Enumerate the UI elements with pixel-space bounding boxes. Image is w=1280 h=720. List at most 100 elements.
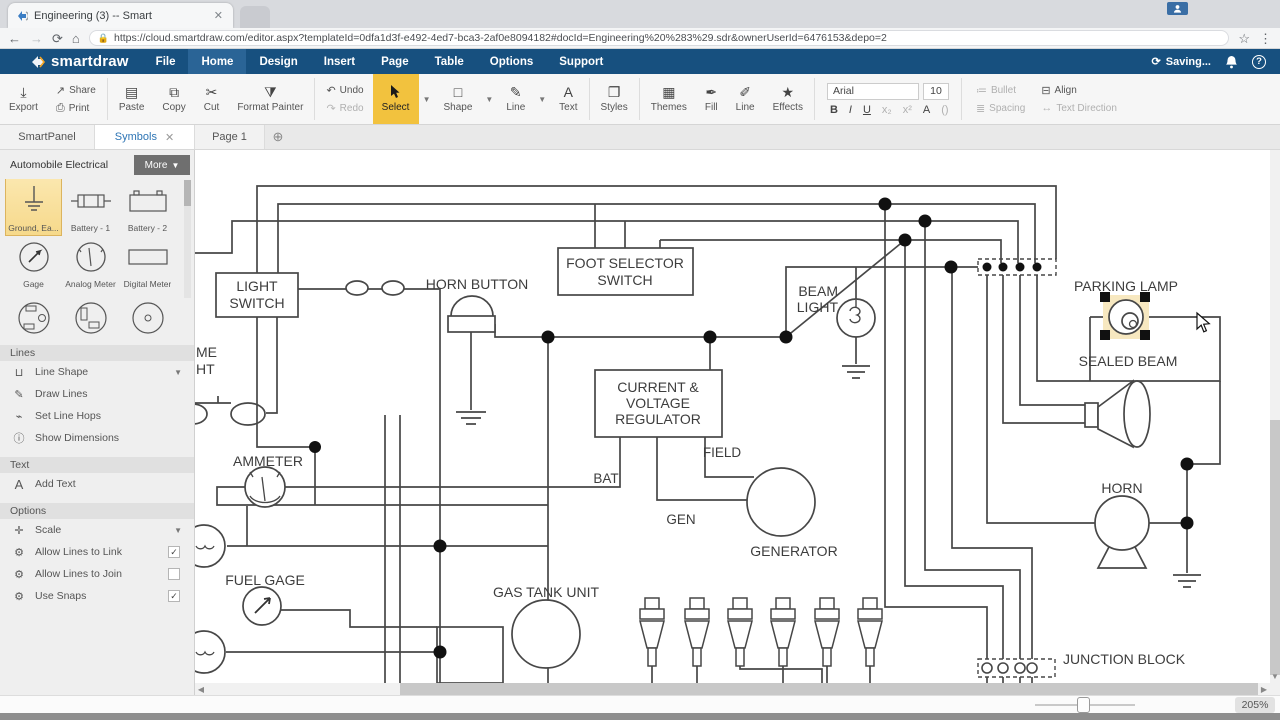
paste-button[interactable]: ▤ Paste xyxy=(110,74,154,124)
menu-table[interactable]: Table xyxy=(422,49,477,74)
font-family-input[interactable]: Arial xyxy=(827,83,919,100)
scale-item[interactable]: ✛ Scale ▼ xyxy=(0,519,194,541)
fill-button[interactable]: ✒ Fill xyxy=(696,74,727,124)
diagram-horn-button[interactable]: HORN BUTTON xyxy=(426,276,528,332)
font-size-input[interactable]: 10 xyxy=(923,83,949,100)
italic-button[interactable]: I xyxy=(849,104,852,116)
diagram-horn[interactable]: HORN xyxy=(1095,480,1149,568)
format-painter-button[interactable]: ⧩ Format Painter xyxy=(228,74,312,124)
label-bat[interactable]: BAT xyxy=(593,471,618,486)
draw-lines-item[interactable]: ✎ Draw Lines xyxy=(0,383,194,405)
new-tab-button[interactable] xyxy=(240,6,270,28)
select-tool-button[interactable]: Select xyxy=(373,74,419,124)
tab-close-icon[interactable]: ✕ xyxy=(212,9,225,22)
hscroll-thumb[interactable] xyxy=(400,683,1258,695)
horizontal-scrollbar[interactable]: ◀ ▶ xyxy=(195,683,1270,695)
diagram-fuel-gage[interactable]: FUEL GAGE xyxy=(225,572,305,625)
line-tool-button[interactable]: ✎ Line xyxy=(497,74,534,124)
allow-lines-join-checkbox[interactable]: ✓ xyxy=(168,568,180,580)
diagram-sealed-beam[interactable]: SEALED BEAM xyxy=(1079,353,1178,447)
themes-button[interactable]: ▦ Themes xyxy=(642,74,696,124)
forward-icon[interactable]: → xyxy=(30,32,43,45)
diagram-junction-block[interactable]: JUNCTION BLOCK xyxy=(978,651,1186,677)
connector-block-top[interactable] xyxy=(978,259,1056,275)
show-dimensions-item[interactable]: ⓘ Show Dimensions xyxy=(0,427,194,449)
menu-options[interactable]: Options xyxy=(477,49,546,74)
symbol-battery-2[interactable]: Battery - 2 xyxy=(120,179,175,235)
symbol-coil[interactable] xyxy=(120,291,175,337)
font-color-button[interactable]: A xyxy=(923,104,930,116)
share-button[interactable]: ↗ Share xyxy=(56,84,96,97)
diagram-foot-selector-switch[interactable]: FOOT SELECTOR SWITCH xyxy=(558,248,693,295)
export-button[interactable]: ⤓ Export xyxy=(0,74,47,124)
diagram-spark-plugs[interactable] xyxy=(640,598,882,666)
diagram-gas-tank-unit[interactable]: GAS TANK UNIT xyxy=(493,584,600,668)
menu-insert[interactable]: Insert xyxy=(311,49,368,74)
styles-button[interactable]: ❐ Styles xyxy=(592,74,637,124)
zoom-slider-handle[interactable] xyxy=(1077,697,1090,713)
align-button[interactable]: ⊟ Align xyxy=(1041,84,1117,97)
effects-button[interactable]: ★ Effects xyxy=(764,74,812,124)
tab-symbols[interactable]: Symbols ✕ xyxy=(95,125,195,149)
spacing-button[interactable]: ≣ Spacing xyxy=(976,102,1025,115)
bullet-button[interactable]: ≔ Bullet xyxy=(976,84,1025,97)
text-tool-button[interactable]: A Text xyxy=(550,74,586,124)
cut-button[interactable]: ✂ Cut xyxy=(195,74,229,124)
select-dropdown-icon[interactable]: ▼ xyxy=(419,95,435,104)
profile-icon[interactable] xyxy=(1167,2,1188,15)
symbol-ground[interactable]: Ground, Ea... xyxy=(6,179,61,235)
clear-format-button[interactable]: () xyxy=(941,104,948,116)
symbol-analog-meter[interactable]: Analog Meter xyxy=(63,235,118,291)
allow-lines-link-item[interactable]: ⚙ Allow Lines to Link ✓ xyxy=(0,541,194,563)
diagram-regulator[interactable]: CURRENT & VOLTAGE REGULATOR xyxy=(595,370,722,437)
tab-page1[interactable]: Page 1 xyxy=(195,125,265,149)
undo-button[interactable]: ↶ Undo xyxy=(326,84,363,97)
diagram-beam-light[interactable]: BEAM LIGHT xyxy=(797,283,875,337)
subscript-button[interactable]: x₂ xyxy=(882,104,892,116)
bold-button[interactable]: B xyxy=(830,104,838,116)
vscroll-thumb[interactable] xyxy=(1270,420,1280,675)
symbol-digital-meter[interactable]: Digital Meter xyxy=(120,235,175,291)
drawing-canvas[interactable]: LIGHT SWITCH FOOT SELECTOR SWITCH CURREN… xyxy=(195,150,1270,683)
allow-lines-join-item[interactable]: ⚙ Allow Lines to Join ✓ xyxy=(0,563,194,585)
diagram-dome-lamps[interactable] xyxy=(195,525,225,673)
symbol-battery-1[interactable]: Battery - 1 xyxy=(63,179,118,235)
menu-home[interactable]: Home xyxy=(188,49,246,74)
address-input[interactable]: 🔒 https://cloud.smartdraw.com/editor.asp… xyxy=(89,30,1230,46)
shape-dropdown-icon[interactable]: ▼ xyxy=(481,95,497,104)
shape-tool-button[interactable]: □ Shape xyxy=(435,74,482,124)
line-shape-item[interactable]: ⊔ Line Shape ▼ xyxy=(0,361,194,383)
superscript-button[interactable]: x² xyxy=(903,104,912,116)
symbol-distributor-2[interactable] xyxy=(63,291,118,337)
browser-tab[interactable]: Engineering (3) -- Smart ✕ xyxy=(8,3,233,28)
menu-page[interactable]: Page xyxy=(368,49,422,74)
label-gen[interactable]: GEN xyxy=(666,512,695,527)
print-button[interactable]: ⎙ Print xyxy=(56,102,96,115)
notification-bell-icon[interactable] xyxy=(1225,55,1238,69)
home-icon[interactable]: ⌂ xyxy=(72,32,80,45)
diagram-ammeter[interactable]: AMMETER xyxy=(233,453,303,507)
add-page-icon[interactable]: ⊕ xyxy=(265,125,291,149)
redo-button[interactable]: ↷ Redo xyxy=(326,102,363,115)
use-snaps-item[interactable]: ⚙ Use Snaps ✓ xyxy=(0,585,194,607)
bookmark-star-icon[interactable]: ☆ xyxy=(1238,32,1250,45)
refresh-icon[interactable]: ⟳ xyxy=(52,32,63,45)
menu-file[interactable]: File xyxy=(143,49,189,74)
text-direction-button[interactable]: ↔ Text Direction xyxy=(1041,102,1117,114)
browser-menu-icon[interactable]: ⋮ xyxy=(1259,32,1272,45)
more-symbols-button[interactable]: More▼ xyxy=(134,155,190,175)
symbol-gage[interactable]: Gage xyxy=(6,235,61,291)
diagram-light-switch[interactable]: LIGHT SWITCH xyxy=(216,273,298,317)
allow-lines-link-checkbox[interactable]: ✓ xyxy=(168,546,180,558)
help-icon[interactable]: ? xyxy=(1252,55,1266,69)
vertical-scrollbar[interactable]: ▼ xyxy=(1270,150,1280,695)
set-line-hops-item[interactable]: ⌁ Set Line Hops xyxy=(0,405,194,427)
use-snaps-checkbox[interactable]: ✓ xyxy=(168,590,180,602)
copy-button[interactable]: ⧉ Copy xyxy=(153,74,194,124)
tab-smartpanel[interactable]: SmartPanel xyxy=(0,125,95,149)
add-text-item[interactable]: A Add Text xyxy=(0,473,194,495)
back-icon[interactable]: ← xyxy=(8,32,21,45)
diagram-generator[interactable]: GENERATOR xyxy=(747,468,838,559)
panel-scrollbar[interactable] xyxy=(184,180,191,298)
symbol-distributor-1[interactable] xyxy=(6,291,61,337)
